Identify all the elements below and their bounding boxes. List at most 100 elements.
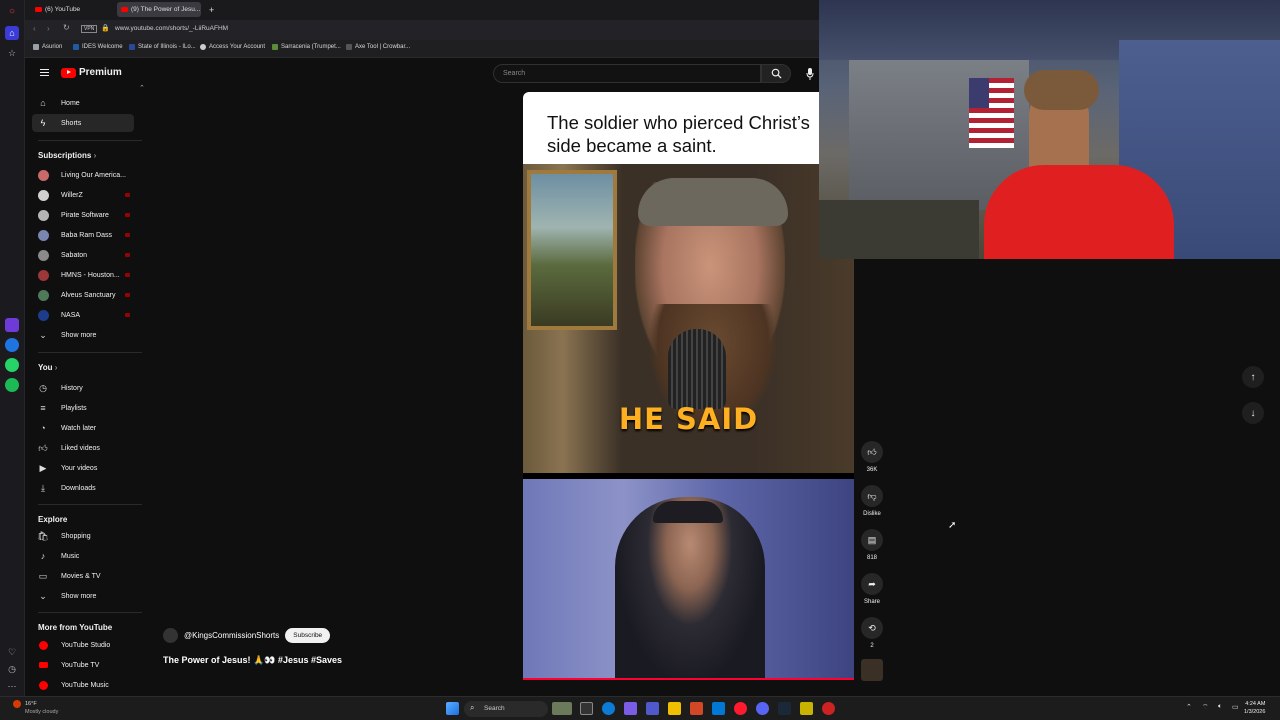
teams-icon[interactable] [646,702,659,715]
youtube-logo[interactable]: Premium [61,67,122,78]
bookmark-item[interactable]: Axe Tool | Crowbar... [346,44,410,50]
more-icon[interactable]: ⋯ [5,679,19,693]
clock-icon: ◔ [40,423,46,433]
sidebar-item-playlists[interactable]: ≡ Playlists [32,399,134,417]
forward-icon[interactable]: › [47,24,50,33]
remix-action: ⟲ 2 [861,617,883,649]
opera-logo-icon[interactable]: ○ [5,4,19,18]
sidebar-item-youtube-tv[interactable]: YouTube TV [32,656,134,674]
next-short-button[interactable]: ↓ [1242,402,1264,424]
menu-icon[interactable] [40,69,49,76]
previous-short-button[interactable]: ↑ [1242,366,1264,388]
remix-button[interactable]: ⟲ [861,617,883,639]
bookmark-label: Access Your Account [209,44,266,50]
heart-icon[interactable]: ♡ [5,645,19,659]
sidebar-item-liked-videos[interactable]: 👍︎ Liked videos [32,439,134,457]
office-icon[interactable] [690,702,703,715]
discord-icon[interactable] [756,702,769,715]
tab-youtube[interactable]: (6) YouTube [31,2,115,17]
sidebar-item-history[interactable]: ◷ History [32,379,134,397]
sidebar-item-youtube-music[interactable]: YouTube Music [32,676,134,694]
network-icon[interactable]: ⌔ [1202,703,1209,712]
subscribe-button[interactable]: Subscribe [285,628,331,643]
bookmark-item[interactable]: Sarracenia (Trumpet... [272,44,341,50]
outlook-icon[interactable] [712,702,725,715]
dislike-button[interactable]: 👎︎ [861,485,883,507]
chevron-up-icon[interactable]: ⌃ [1186,703,1192,711]
file-explorer-icon[interactable] [668,702,681,715]
like-button[interactable]: 👍︎ [861,441,883,463]
microphone-icon[interactable] [803,65,817,82]
mouse-cursor-icon: ➚ [948,520,957,531]
system-clock[interactable]: 4:24 AM 1/3/2026 [1244,700,1265,716]
start-icon[interactable] [446,702,459,715]
share-button[interactable]: ➦ [861,573,883,595]
you-heading[interactable]: You › [38,363,57,372]
sidebar-item-label: Downloads [61,484,96,492]
video-progress-bar[interactable] [523,678,854,680]
bookmark-item[interactable]: Asurion [33,44,62,50]
subscription-item[interactable]: Baba Ram Dass [32,226,134,244]
bookmark-item[interactable]: IDES Welcome [73,44,123,50]
reload-icon[interactable]: ↻ [63,23,70,32]
whatsapp-icon[interactable] [5,358,19,372]
sidebar-item-youtube-studio[interactable]: YouTube Studio [32,636,134,654]
channel-name[interactable]: @KingsCommissionShorts [184,631,279,640]
subscription-item[interactable]: WillerZ [32,186,134,204]
task-view-icon[interactable] [580,702,593,715]
copilot-icon[interactable] [624,702,637,715]
chevron-down-icon: ⌄ [39,329,47,340]
edge-icon[interactable] [602,702,615,715]
tab-current-short[interactable]: (9) The Power of Jesu... [117,2,201,17]
opera-icon[interactable] [734,702,747,715]
sidebar-item-shopping[interactable]: 🛍︎ Shopping [32,527,134,545]
home-icon[interactable]: ⌂ [5,26,19,40]
shorts-video-player[interactable]: The soldier who pierced Christ’s side be… [523,92,854,680]
remix-count: 2 [870,643,874,649]
history-icon[interactable]: ◷ [5,662,19,676]
spotify-icon[interactable] [5,378,19,392]
bookmark-item[interactable]: Access Your Account [200,44,265,50]
sidebar-item-watch-later[interactable]: ◔ Watch later [32,419,134,437]
sidebar-item-your-videos[interactable]: ▶ Your videos [32,459,134,477]
new-tab-button[interactable]: + [205,2,217,17]
volume-icon[interactable]: 🔈︎ [1218,703,1222,711]
taskbar-search[interactable]: Search [464,701,548,717]
subscription-item[interactable]: Living Our America... [32,166,134,184]
show-more-button[interactable]: ⌄ Show more [32,326,134,344]
battery-icon[interactable]: ▭ [1232,703,1239,711]
chevron-up-icon[interactable]: ⌃ [139,84,145,92]
subscription-item[interactable]: HMNS - Houston... [32,266,134,284]
opera-gx-icon[interactable] [822,702,835,715]
channel-avatar[interactable] [163,628,178,643]
app-icon[interactable] [800,702,813,715]
vpn-badge[interactable]: VPN [81,25,98,33]
subscription-item[interactable]: Sabaton [32,246,134,264]
weather-widget[interactable]: 16°F Mostly cloudy [25,700,58,716]
sidebar-item-shorts[interactable]: ϟ Shorts [32,114,134,132]
comments-button[interactable]: ▤ [861,529,883,551]
subscription-item[interactable]: NASA [32,306,134,324]
aria-icon[interactable] [5,318,19,332]
star-icon[interactable]: ☆ [5,46,19,60]
subscription-item[interactable]: Pirate Software [32,206,134,224]
sidebar-item-movies[interactable]: ▭ Movies & TV [32,567,134,585]
video-caption: The soldier who pierced Christ’s side be… [523,92,854,164]
messenger-icon[interactable] [5,338,19,352]
back-icon[interactable]: ‹ [33,24,36,33]
search-input[interactable]: Search [493,64,761,83]
sidebar-item-music[interactable]: ♪ Music [32,547,134,565]
sound-thumbnail[interactable] [861,659,883,681]
subscription-item[interactable]: Alveus Sanctuary [32,286,134,304]
search-button[interactable] [761,64,791,83]
sidebar-item-home[interactable]: ⌂ Home [32,94,134,112]
share-label: Share [863,599,880,605]
steam-icon[interactable] [778,702,791,715]
subscriptions-heading[interactable]: Subscriptions › [38,151,96,160]
bookmark-item[interactable]: State of Illinois - ILo... [129,44,196,50]
channel-avatar [37,269,49,281]
url-field[interactable]: www.youtube.com/shorts/_-LiiRuAFHM [115,25,228,32]
show-more-button[interactable]: ⌄ Show more [32,587,134,605]
widget-thumbnail-icon[interactable] [552,702,572,715]
sidebar-item-downloads[interactable]: ⤓ Downloads [32,479,134,497]
